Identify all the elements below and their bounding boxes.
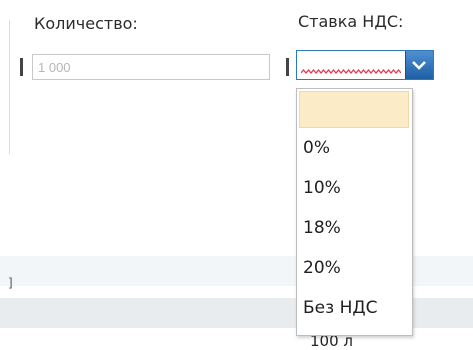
vat-required-marker — [286, 58, 289, 76]
background-row-text: ] — [8, 276, 13, 290]
quantity-input[interactable] — [32, 54, 270, 80]
vat-label: Ставка НДС: — [298, 12, 404, 31]
vat-dropdown-button[interactable] — [405, 51, 433, 79]
vat-option-18[interactable]: 18% — [297, 208, 412, 248]
chevron-down-icon — [412, 61, 426, 70]
form-divider — [9, 20, 10, 154]
vat-option-none[interactable]: Без НДС — [297, 288, 412, 328]
vat-option-empty[interactable] — [299, 91, 409, 128]
validation-error-underline — [301, 68, 401, 75]
vat-dropdown-list: 0% 10% 18% 20% Без НДС — [296, 88, 413, 336]
vat-option-20[interactable]: 20% — [297, 248, 412, 288]
vat-option-0[interactable]: 0% — [297, 128, 412, 168]
vat-option-10[interactable]: 10% — [297, 168, 412, 208]
vat-rate-select[interactable] — [296, 50, 434, 80]
quantity-label: Количество: — [34, 14, 138, 33]
quantity-required-marker — [20, 58, 23, 76]
